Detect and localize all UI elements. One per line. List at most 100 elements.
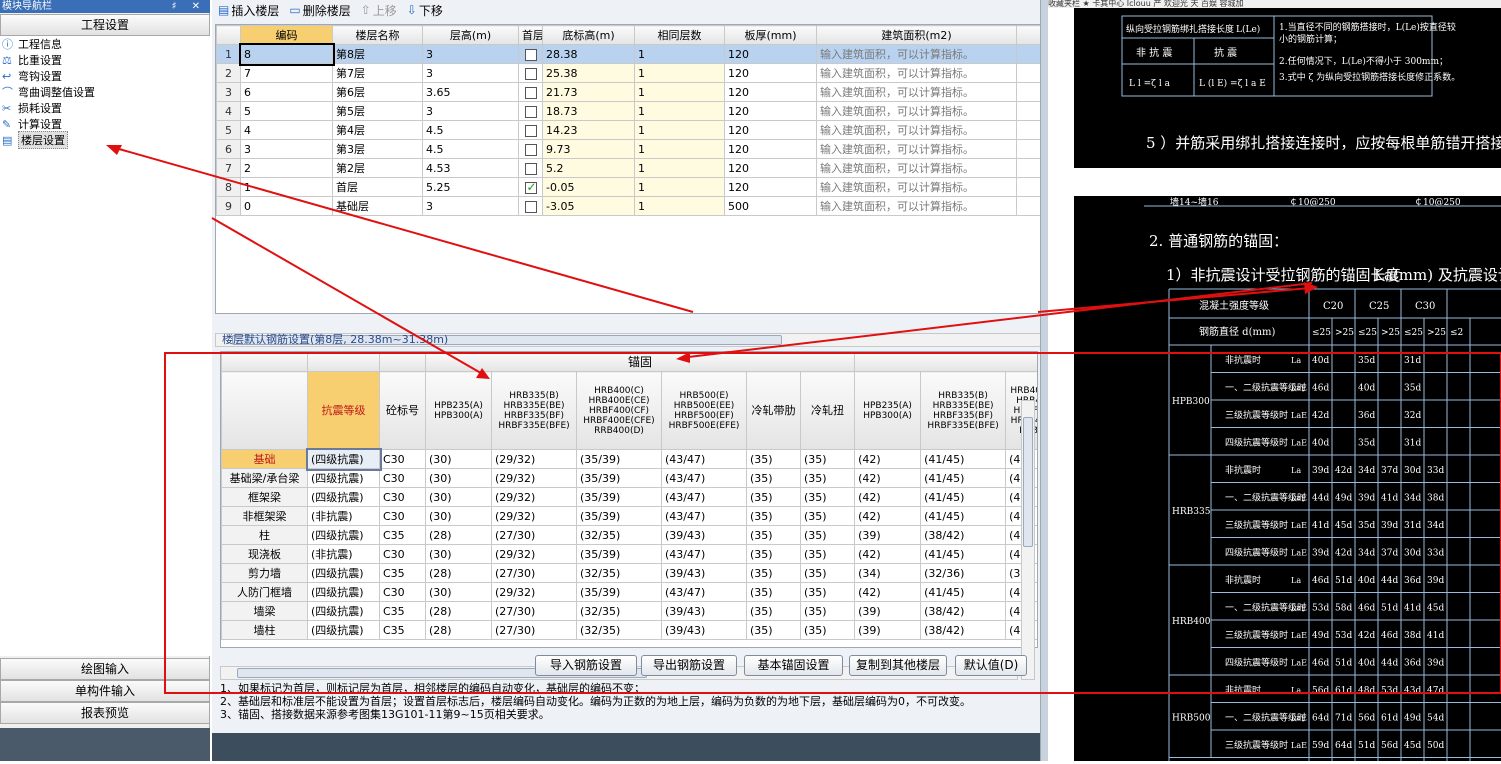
cell-elevation[interactable]: 9.73 — [542, 139, 635, 159]
delete-floor-button[interactable]: ▭ 删除楼层 — [289, 2, 350, 19]
rebar-row[interactable]: 墙柱 (四级抗震) C35 (28) (27/30) (32/35) (39/43) (35)… — [221, 620, 1037, 640]
rebar-cell[interactable]: (42) — [854, 506, 922, 526]
rebar-cell[interactable]: (35) — [799, 620, 856, 640]
tree-item-calc-settings[interactable]: ✎ 计算设置 — [0, 116, 210, 132]
cell-code[interactable]: 2 — [240, 158, 333, 178]
col-header-0[interactable]: 编码 — [240, 25, 333, 45]
rebar-cell[interactable]: (29/32) — [491, 506, 577, 526]
rebar-cell[interactable]: (38/42) — [920, 525, 1007, 545]
cell-same[interactable]: 1 — [634, 44, 725, 64]
cell-same[interactable]: 1 — [634, 82, 725, 102]
rebar-row[interactable]: 非框架梁 (非抗震) C30 (30) (29/32) (35/39) (43/47) (35… — [221, 506, 1037, 526]
tree-item-bend-adjust[interactable]: ⌒ 弯曲调整值设置 — [0, 84, 210, 100]
rebar-cell[interactable]: (28) — [425, 601, 492, 621]
cell-code[interactable]: 1 — [240, 177, 333, 197]
rebar-cell[interactable]: (39) — [854, 525, 922, 545]
rebar-cell[interactable]: (27/30) — [491, 525, 577, 545]
rebar-cell[interactable]: (41/45) — [920, 468, 1007, 488]
rebar-row[interactable]: 人防门框墙 (四级抗震) C30 (30) (29/32) (35/39) (43/47)(… — [221, 582, 1037, 602]
first-floor-checkbox[interactable] — [524, 162, 537, 175]
cell-elevation[interactable]: 28.38 — [542, 44, 635, 64]
group-single-component-input[interactable]: 单构件输入 — [0, 680, 210, 702]
rebar-cell[interactable]: C35 — [379, 620, 426, 640]
floor-row[interactable]: 9 0 基础层 3 -3.05 1 500 输入建筑面积，可以计算指标。 — [216, 196, 1042, 216]
rebar-cell[interactable]: (35/39) — [576, 582, 662, 602]
cell-first[interactable] — [518, 158, 543, 178]
rebar-cell[interactable]: (四级抗震) — [307, 525, 380, 545]
first-floor-checkbox[interactable] — [524, 180, 537, 194]
rebar-cell[interactable]: (四级抗震) — [307, 468, 380, 488]
default-value-button[interactable]: 默认值(D) — [955, 655, 1027, 676]
rebar-row[interactable]: 基础 (四级抗震) C30 (30) (29/32) (35/39) (43/47) (35)… — [221, 447, 1037, 471]
cell-elevation[interactable]: 14.23 — [542, 120, 635, 140]
rebar-cell[interactable]: (35) — [746, 525, 801, 545]
cell-thickness[interactable]: 120 — [724, 158, 817, 178]
rebar-cell[interactable]: (32/36) — [920, 563, 1007, 583]
rebar-cell[interactable]: (42) — [854, 544, 922, 564]
cell-height[interactable]: 5.25 — [422, 177, 519, 197]
cell-code[interactable]: 6 — [240, 82, 333, 102]
rebar-cell[interactable]: (35) — [746, 506, 801, 526]
cell-thickness[interactable]: 120 — [724, 63, 817, 83]
cell-name[interactable]: 第6层 — [332, 82, 423, 102]
rebar-cell[interactable]: (39/43) — [661, 620, 747, 640]
cell-area[interactable]: 输入建筑面积，可以计算指标。 — [816, 82, 1017, 102]
first-floor-checkbox[interactable] — [524, 105, 537, 118]
first-floor-checkbox[interactable] — [524, 86, 537, 99]
rebar-cell[interactable]: (42) — [854, 468, 922, 488]
rebar-cell[interactable]: (30) — [425, 506, 492, 526]
cell-area[interactable]: 输入建筑面积，可以计算指标。 — [816, 177, 1017, 197]
cell-height[interactable]: 3 — [422, 101, 519, 121]
rebar-cell[interactable]: (30) — [425, 449, 492, 469]
col-header-3[interactable]: 首层 — [518, 25, 543, 45]
rebar-cell[interactable]: (29/32) — [491, 468, 577, 488]
rebar-cell[interactable]: (42) — [854, 449, 922, 469]
rebar-row[interactable]: 柱 (四级抗震) C35 (28) (27/30) (32/35) (39/43) (35)(… — [221, 525, 1037, 545]
rebar-cell[interactable]: (34) — [854, 563, 922, 583]
cell-same[interactable]: 1 — [634, 101, 725, 121]
cell-area[interactable]: 输入建筑面积，可以计算指标。 — [816, 101, 1017, 121]
col-header-1[interactable]: 楼层名称 — [332, 25, 423, 45]
rebar-cell[interactable]: (43/47) — [661, 487, 747, 507]
col-header-2[interactable]: 层高(m) — [422, 25, 519, 45]
cell-first[interactable] — [518, 101, 543, 121]
rebar-cell[interactable]: (非抗震) — [307, 544, 380, 564]
cell-same[interactable]: 1 — [634, 139, 725, 159]
rebar-cell[interactable]: (35) — [799, 544, 856, 564]
tree-item-hook[interactable]: ↩ 弯钩设置 — [0, 68, 210, 84]
cell-elevation[interactable]: 21.73 — [542, 82, 635, 102]
rebar-cell[interactable]: (35) — [746, 582, 801, 602]
rebar-cell[interactable]: C30 — [379, 544, 426, 564]
cell-code[interactable]: 5 — [240, 101, 333, 121]
rebar-cell[interactable]: (29/32) — [491, 449, 577, 469]
cell-same[interactable]: 1 — [634, 158, 725, 178]
rebar-cell[interactable]: (41/45) — [920, 449, 1007, 469]
rebar-cell[interactable]: (35) — [799, 506, 856, 526]
tree-item-floor-settings[interactable]: ▤ 楼层设置 — [0, 131, 210, 149]
rebar-cell[interactable]: (43/47) — [661, 506, 747, 526]
rebar-cell[interactable]: (27/30) — [491, 620, 577, 640]
cell-thickness[interactable]: 120 — [724, 177, 817, 197]
rebar-cell[interactable]: (35/39) — [576, 544, 662, 564]
tree-item-loss[interactable]: ✂ 损耗设置 — [0, 100, 210, 116]
rebar-cell[interactable]: (43/47) — [661, 468, 747, 488]
cell-area[interactable]: 输入建筑面积，可以计算指标。 — [816, 158, 1017, 178]
cell-area[interactable]: 输入建筑面积，可以计算指标。 — [816, 120, 1017, 140]
cell-code[interactable]: 7 — [240, 63, 333, 83]
cell-height[interactable]: 3 — [422, 44, 519, 64]
rebar-cell[interactable]: (30) — [425, 544, 492, 564]
floor-row[interactable]: 81首层5.25-0.051120输入建筑面积，可以计算指标。 — [216, 177, 1042, 197]
group-drawing-input[interactable]: 绘图输入 — [0, 658, 210, 680]
copy-to-floors-button[interactable]: 复制到其他楼层 — [849, 655, 947, 676]
rebar-cell[interactable]: (35) — [799, 563, 856, 583]
cell-area[interactable]: 输入建筑面积，可以计算指标。 — [816, 44, 1017, 64]
rebar-cell[interactable]: (30) — [425, 487, 492, 507]
rebar-cell[interactable]: (42) — [854, 487, 922, 507]
cell-same[interactable]: 1 — [634, 177, 725, 197]
rebar-cell[interactable]: (30) — [425, 582, 492, 602]
cell-height[interactable]: 4.5 — [422, 139, 519, 159]
rebar-cell[interactable]: (43/47) — [661, 582, 747, 602]
rebar-cell[interactable]: (30) — [425, 468, 492, 488]
rebar-cell[interactable]: (28) — [425, 525, 492, 545]
cell-area[interactable]: 输入建筑面积，可以计算指标。 — [816, 196, 1017, 216]
